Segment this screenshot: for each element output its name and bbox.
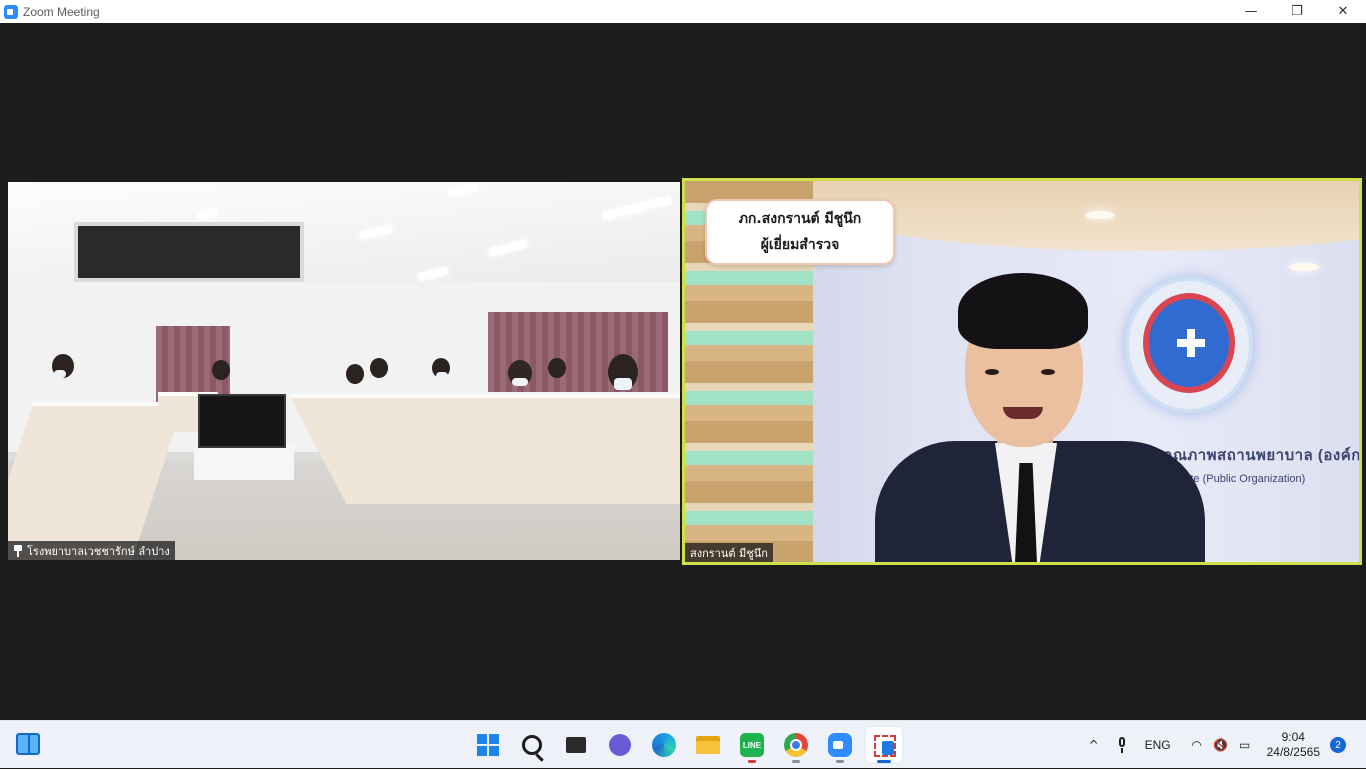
participant-tile-active-speaker[interactable]: สถาบันรับรองคุณภาพสถานพยาบาล (องค์การมหา… xyxy=(682,178,1362,565)
zoom-button[interactable] xyxy=(822,727,858,763)
chat-icon xyxy=(609,734,631,756)
file-explorer-icon xyxy=(696,736,720,754)
participant-name: โรงพยาบาลเวชชารักษ์ ลำปาง xyxy=(27,544,170,558)
speaker-name-card: ภก.สงกรานต์ มีชูนึก ผู้เยี่ยมสำรวจ xyxy=(705,199,895,265)
zoom-icon xyxy=(828,733,852,757)
active-indicator xyxy=(877,760,891,763)
file-explorer-button[interactable] xyxy=(690,727,726,763)
wifi-icon[interactable]: ◠ xyxy=(1185,721,1209,769)
close-button[interactable]: ✕ xyxy=(1320,0,1366,23)
snipping-tool-icon xyxy=(872,733,896,757)
edge-button[interactable] xyxy=(646,727,682,763)
participant-name-tag: สงกรานต์ มีชูนึก xyxy=(685,543,773,562)
pin-icon xyxy=(13,544,23,557)
edge-icon xyxy=(652,733,676,757)
institute-logo xyxy=(1125,277,1253,413)
title-bar: Zoom Meeting — ❐ ✕ xyxy=(0,0,1366,23)
window-controls: — ❐ ✕ xyxy=(1228,0,1366,23)
chrome-icon xyxy=(784,733,808,757)
chat-button[interactable] xyxy=(602,727,638,763)
participant-name: สงกรานต์ มีชูนึก xyxy=(690,546,768,560)
task-view-button[interactable] xyxy=(558,727,594,763)
search-button[interactable] xyxy=(514,727,550,763)
participant-name-tag: โรงพยาบาลเวชชารักษ์ ลำปาง xyxy=(8,541,175,560)
meeting-gallery: โรงพยาบาลเวชชารักษ์ ลำปาง สถาบันรับรองคุ… xyxy=(0,23,1366,720)
snipping-tool-button[interactable] xyxy=(866,727,902,763)
line-app-button[interactable]: LINE xyxy=(734,727,770,763)
taskbar-pinned-apps: LINE xyxy=(470,727,902,763)
volume-muted-icon[interactable]: 🔇 xyxy=(1209,721,1233,769)
participant-tile-hospital[interactable]: โรงพยาบาลเวชชารักษ์ ลำปาง xyxy=(8,182,680,560)
taskbar: LINE ^ ENG ◠ 🔇 ▭ 9:04 24/8/2565 2 xyxy=(0,720,1366,768)
system-tray: ^ ENG ◠ 🔇 ▭ 9:04 24/8/2565 2 xyxy=(1083,721,1366,769)
name-card-name: ภก.สงกรานต์ มีชูนึก xyxy=(738,211,862,227)
microphone-button[interactable] xyxy=(1105,721,1139,769)
running-indicator xyxy=(836,760,844,763)
clock-date: 24/8/2565 xyxy=(1266,745,1320,759)
line-icon: LINE xyxy=(740,733,764,757)
battery-icon[interactable]: ▭ xyxy=(1233,721,1257,769)
windows-logo-icon xyxy=(477,734,499,756)
start-button[interactable] xyxy=(470,727,506,763)
maximize-button[interactable]: ❐ xyxy=(1274,0,1320,23)
widgets-icon[interactable] xyxy=(16,733,40,755)
input-language[interactable]: ENG xyxy=(1139,721,1185,769)
window-title: Zoom Meeting xyxy=(23,4,100,19)
minimize-button[interactable]: — xyxy=(1228,0,1274,23)
video-feed-speaker: สถาบันรับรองคุณภาพสถานพยาบาล (องค์การมหา… xyxy=(685,181,1359,562)
microphone-icon xyxy=(1117,737,1127,753)
name-card-role: ผู้เยี่ยมสำรวจ xyxy=(760,237,840,253)
show-hidden-icons-chevron-icon[interactable]: ^ xyxy=(1083,721,1105,769)
clock[interactable]: 9:04 24/8/2565 xyxy=(1257,721,1326,769)
task-view-icon xyxy=(566,733,592,753)
notification-badge[interactable]: 2 xyxy=(1330,737,1346,753)
running-indicator xyxy=(792,760,800,763)
running-indicator xyxy=(748,760,756,763)
search-icon xyxy=(522,735,542,755)
video-feed-classroom xyxy=(8,182,680,560)
clock-time: 9:04 xyxy=(1281,730,1305,744)
zoom-app-icon xyxy=(4,4,18,19)
chrome-button[interactable] xyxy=(778,727,814,763)
